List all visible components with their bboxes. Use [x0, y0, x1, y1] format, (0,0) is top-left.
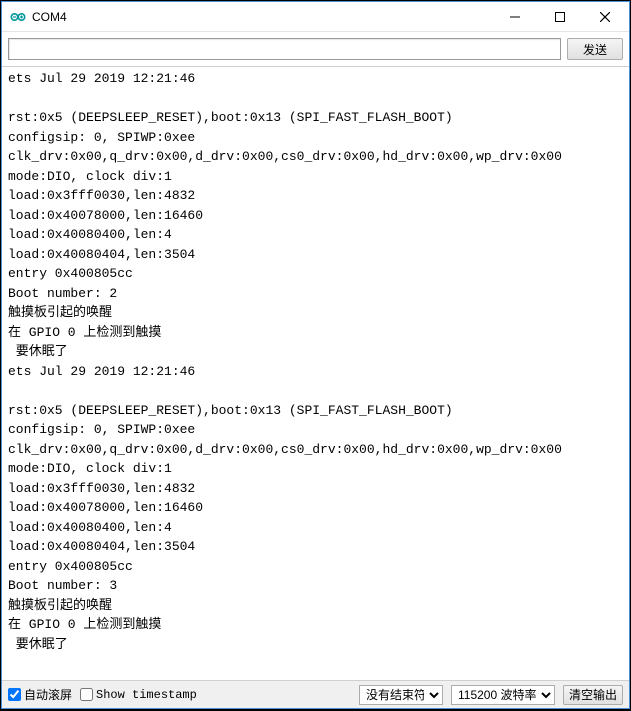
arduino-icon [10, 9, 26, 25]
close-button[interactable] [582, 2, 627, 31]
autoscroll-checkbox[interactable] [8, 688, 21, 701]
serial-monitor-window: COM4 发送 ets Jul 29 2019 12:21:46 rst:0x5… [1, 1, 630, 709]
autoscroll-label: 自动滚屏 [24, 686, 72, 703]
window-controls [492, 2, 627, 31]
timestamp-label: Show timestamp [96, 688, 197, 702]
footer-bar: 自动滚屏 Show timestamp 没有结束符 115200 波特率 清空输… [2, 680, 629, 708]
baud-rate-select[interactable]: 115200 波特率 [451, 685, 555, 705]
timestamp-checkbox-wrap[interactable]: Show timestamp [80, 688, 197, 702]
serial-console[interactable]: ets Jul 29 2019 12:21:46 rst:0x5 (DEEPSL… [2, 67, 629, 680]
send-button[interactable]: 发送 [567, 38, 623, 60]
maximize-button[interactable] [537, 2, 582, 31]
serial-input[interactable] [8, 38, 561, 60]
clear-output-button[interactable]: 清空输出 [563, 685, 623, 705]
input-row: 发送 [2, 32, 629, 67]
titlebar: COM4 [2, 2, 629, 32]
line-ending-select[interactable]: 没有结束符 [359, 685, 443, 705]
timestamp-checkbox[interactable] [80, 688, 93, 701]
autoscroll-checkbox-wrap[interactable]: 自动滚屏 [8, 686, 72, 703]
minimize-button[interactable] [492, 2, 537, 31]
window-title: COM4 [32, 10, 492, 24]
